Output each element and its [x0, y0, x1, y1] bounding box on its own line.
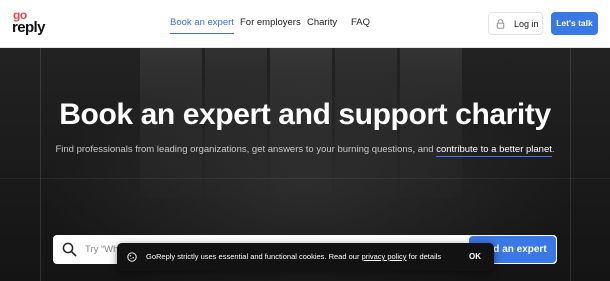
nav-book-an-expert[interactable]: Book an expert: [170, 17, 234, 34]
cookie-icon: [127, 252, 137, 262]
cookie-message: GoReply strictly uses essential and func…: [146, 251, 441, 262]
cookie-text-start: GoReply strictly uses essential and func…: [146, 252, 362, 261]
cookie-text-end: for details: [406, 252, 442, 261]
frame-line: [0, 178, 610, 179]
lock-icon: [496, 19, 505, 29]
hero-subtitle-text: Find professionals from leading organiza…: [55, 144, 437, 155]
cookie-ok-button[interactable]: OK: [469, 251, 481, 262]
hero-subtitle-highlight: contribute to a better planet: [436, 144, 552, 157]
login-label: Log in: [514, 19, 539, 29]
logo-reply-text: reply: [12, 19, 45, 36]
login-button[interactable]: Log in: [488, 12, 543, 35]
frame-line: [570, 48, 571, 281]
nav-charity[interactable]: Charity: [307, 17, 337, 29]
nav-for-employers[interactable]: For employers: [240, 17, 301, 29]
goreply-logo[interactable]: go reply: [12, 9, 52, 37]
cookie-banner: GoReply strictly uses essential and func…: [117, 243, 494, 271]
search-icon: [62, 242, 77, 257]
privacy-policy-link[interactable]: privacy policy: [362, 252, 407, 261]
nav-faq[interactable]: FAQ: [351, 17, 370, 29]
hero-subtitle-end: .: [551, 144, 555, 155]
hero-subtitle: Find professionals from leading organiza…: [0, 143, 610, 157]
search-input[interactable]: Try “Wh: [85, 243, 118, 256]
top-navigation-bar: go reply Book an expert For employers Ch…: [0, 0, 610, 48]
frame-line: [40, 48, 41, 281]
hero-title: Book an expert and support charity: [59, 98, 551, 131]
lets-talk-button[interactable]: Let's talk: [551, 12, 598, 35]
